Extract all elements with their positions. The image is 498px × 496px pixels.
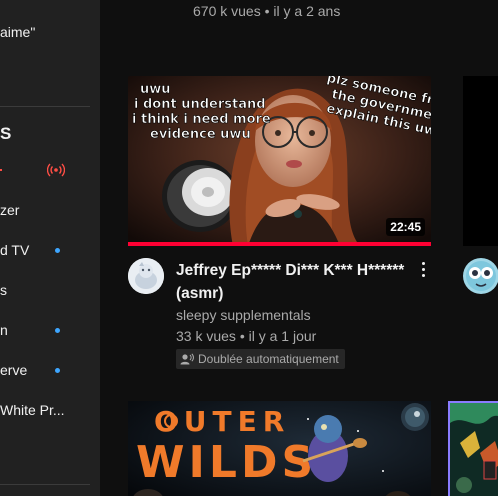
auto-dubbed-badge: Doublée automatiquement bbox=[176, 349, 345, 369]
sidebar-item-label[interactable]: n bbox=[0, 322, 8, 338]
sidebar-item-label[interactable]: s bbox=[0, 282, 7, 298]
next-column-thumbnail[interactable] bbox=[463, 76, 498, 246]
video-duration: 22:45 bbox=[386, 218, 425, 236]
sidebar-divider bbox=[0, 106, 90, 107]
new-content-dot bbox=[55, 368, 60, 373]
svg-text:i dont understand: i dont understand bbox=[134, 97, 266, 112]
watch-progress-bar bbox=[128, 242, 431, 246]
sidebar: aime" S zer d TV s n erve White Pr... bbox=[0, 0, 100, 496]
badge-label: Doublée automatiquement bbox=[198, 352, 339, 366]
more-actions-icon[interactable] bbox=[418, 262, 428, 282]
thumbnail-image bbox=[450, 403, 498, 496]
sidebar-item-label[interactable]: zer bbox=[0, 202, 19, 218]
svg-text:i think i need more: i think i need more bbox=[132, 112, 271, 127]
thumbnail-caption-left: uwu bbox=[140, 82, 171, 97]
svg-text:WILDS: WILDS bbox=[136, 437, 317, 488]
sidebar-item-label[interactable]: erve bbox=[0, 362, 27, 378]
svg-text:OUTER: OUTER bbox=[154, 405, 290, 438]
channel-avatar[interactable] bbox=[128, 258, 164, 294]
video-thumbnail[interactable]: OUTER WILDS bbox=[128, 401, 431, 496]
video-grid: 670 k vues • il y a 2 ans uwu i dont und… bbox=[100, 0, 498, 496]
video-thumbnail[interactable]: uwu i dont understand i think i need mor… bbox=[128, 76, 431, 246]
person-voice-icon bbox=[180, 353, 194, 365]
avatar-image bbox=[128, 258, 164, 294]
next-column-channel-avatar[interactable] bbox=[463, 258, 498, 294]
previous-video-meta: 670 k vues • il y a 2 ans bbox=[193, 3, 341, 19]
channel-name[interactable]: sleepy supplementals bbox=[176, 307, 311, 323]
video-title[interactable]: Jeffrey Ep***** Di*** K*** H****** (asmr… bbox=[176, 259, 406, 305]
sidebar-divider bbox=[0, 484, 90, 485]
sidebar-section-heading: S bbox=[0, 124, 12, 143]
new-content-dot bbox=[55, 328, 60, 333]
sidebar-item-label[interactable]: White Pr... bbox=[0, 402, 65, 418]
live-broadcast-icon bbox=[47, 163, 65, 177]
video-stats: 33 k vues • il y a 1 jour bbox=[176, 328, 317, 344]
sidebar-item-label[interactable]: aime" bbox=[0, 24, 35, 40]
thumbnail-image: OUTER WILDS bbox=[128, 401, 431, 496]
sidebar-item-label[interactable]: d TV bbox=[0, 242, 29, 258]
sidebar-item-cut[interactable] bbox=[0, 162, 6, 178]
svg-text:evidence uwu: evidence uwu bbox=[150, 127, 251, 142]
video-thumbnail[interactable] bbox=[448, 401, 498, 496]
new-content-dot bbox=[55, 248, 60, 253]
avatar-image bbox=[463, 258, 498, 294]
